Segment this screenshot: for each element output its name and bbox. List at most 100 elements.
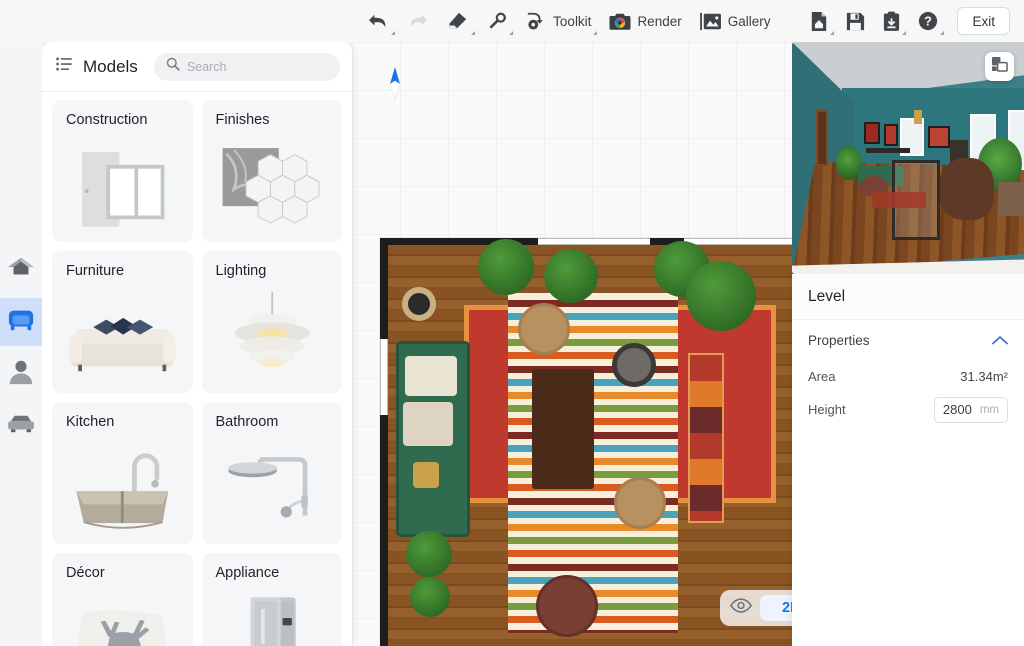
- tile-mosaic-icon: [202, 134, 343, 238]
- category-card-appliance[interactable]: Appliance: [201, 553, 343, 646]
- deer-pillow-icon: [52, 587, 193, 646]
- vehicle-icon: [6, 413, 36, 440]
- floor-medallion[interactable]: [402, 287, 436, 321]
- drum-table[interactable]: [612, 343, 656, 387]
- properties-panel: Level Properties Area 31.34m² Height 280…: [792, 274, 1024, 646]
- split-layout-button[interactable]: [985, 52, 1014, 81]
- refrigerator-icon: [202, 587, 343, 646]
- category-card-kitchen[interactable]: Kitchen: [52, 402, 193, 544]
- app-root: Toolkit Render Gallery ? Exit Models Sea…: [0, 0, 1024, 646]
- left-rail: [0, 42, 42, 646]
- models-panel-header: Models: [42, 42, 352, 92]
- category-label: Construction: [66, 112, 148, 128]
- preview-shelf: [866, 148, 910, 153]
- properties-section-label: Properties: [808, 332, 870, 348]
- save-floppy-icon: [846, 12, 865, 31]
- category-label: Furniture: [66, 263, 125, 279]
- search-box[interactable]: [153, 52, 340, 81]
- sofa-cushion-1: [405, 356, 457, 396]
- export-corner-marker: [902, 31, 907, 35]
- preview-pendant-light: [914, 110, 922, 124]
- camera-icon: [609, 12, 631, 31]
- green-sofa[interactable]: [396, 341, 470, 537]
- plant-top-4[interactable]: [686, 261, 756, 331]
- exit-button[interactable]: Exit: [957, 7, 1010, 35]
- render-label: Render: [637, 13, 682, 29]
- category-card-construction[interactable]: Construction: [52, 100, 193, 242]
- category-card-lighting[interactable]: Lighting: [201, 251, 343, 393]
- wrench-corner-marker: [509, 31, 514, 35]
- models-category-grid[interactable]: Construction Finishes Furniture Lighting…: [42, 92, 352, 646]
- height-input[interactable]: 2800 mm: [933, 396, 1008, 423]
- render-button[interactable]: Render: [600, 4, 690, 38]
- north-arrow-icon: [388, 67, 402, 102]
- preview-art-3: [928, 126, 950, 148]
- plant-top-1[interactable]: [478, 239, 534, 295]
- category-label: Lighting: [215, 263, 267, 279]
- round-ottoman[interactable]: [536, 575, 598, 637]
- property-label-height: Height: [808, 402, 846, 417]
- toolkit-label: Toolkit: [553, 13, 592, 29]
- search-input[interactable]: [186, 59, 328, 74]
- eye-icon[interactable]: [730, 598, 752, 618]
- pouf-1[interactable]: [518, 303, 570, 355]
- window-left-1: [380, 339, 388, 415]
- category-label: Décor: [66, 565, 105, 581]
- preview-dresser: [998, 182, 1024, 216]
- property-value-area: 31.34m²: [960, 369, 1008, 384]
- help-question-icon: ?: [918, 11, 938, 31]
- properties-section-header[interactable]: Properties: [792, 320, 1024, 360]
- person-icon: [7, 358, 35, 391]
- help-button[interactable]: ?: [909, 4, 947, 38]
- chevron-up-icon[interactable]: [992, 333, 1008, 348]
- 3d-preview[interactable]: [792, 42, 1024, 274]
- eraser-button[interactable]: [438, 4, 478, 38]
- preview-art-1: [864, 122, 880, 144]
- undo-button[interactable]: [358, 4, 398, 38]
- new-plan-button[interactable]: [801, 4, 837, 38]
- plant-left-2[interactable]: [410, 577, 450, 617]
- pendant-lamp-icon: [202, 285, 343, 389]
- plant-top-2[interactable]: [544, 249, 598, 303]
- rail-item-people[interactable]: [0, 350, 42, 398]
- category-card-bathroom[interactable]: Bathroom: [201, 402, 342, 544]
- top-toolbar: Toolkit Render Gallery ? Exit: [0, 0, 1024, 42]
- save-button[interactable]: [837, 4, 874, 38]
- preview-art-2: [884, 124, 898, 146]
- undo-corner-marker: [391, 31, 396, 35]
- rail-item-furniture[interactable]: [0, 298, 42, 346]
- pouf-2[interactable]: [614, 477, 666, 529]
- export-clipboard-icon: [883, 11, 900, 32]
- search-icon: [166, 57, 180, 76]
- runner-rug[interactable]: [688, 353, 724, 523]
- category-label: Kitchen: [66, 414, 115, 430]
- models-panel: Models Construction: [42, 42, 352, 646]
- property-row-height: Height 2800 mm: [792, 393, 1024, 426]
- roof-building-icon: [6, 255, 36, 286]
- property-label-area: Area: [808, 369, 836, 384]
- rail-item-structure[interactable]: [0, 246, 42, 294]
- redo-button[interactable]: [398, 4, 438, 38]
- new-plan-corner-marker: [830, 31, 835, 35]
- coffee-table[interactable]: [532, 369, 594, 489]
- wrench-icon: [487, 11, 507, 31]
- eraser-corner-marker: [471, 31, 476, 35]
- export-button[interactable]: [874, 4, 909, 38]
- height-unit: mm: [979, 403, 999, 416]
- gallery-button[interactable]: Gallery: [691, 4, 780, 38]
- toolkit-button[interactable]: Toolkit: [516, 4, 600, 38]
- svg-text:?: ?: [925, 14, 933, 29]
- rail-item-vehicles[interactable]: [0, 402, 42, 450]
- category-card-finishes[interactable]: Finishes: [201, 100, 343, 242]
- door-window-icon: [52, 134, 193, 238]
- settings-wrench-button[interactable]: [478, 4, 516, 38]
- split-layout-icon: [991, 56, 1008, 77]
- category-card-furniture[interactable]: Furniture: [52, 251, 193, 393]
- plant-left-1[interactable]: [406, 531, 452, 577]
- new-plan-document-icon: [810, 11, 828, 32]
- list-menu-icon[interactable]: [56, 57, 73, 76]
- category-card-decor[interactable]: Décor: [52, 553, 193, 646]
- models-panel-title: Models: [83, 56, 138, 76]
- toolkit-gear-icon: [525, 11, 547, 31]
- preview-door: [816, 110, 828, 166]
